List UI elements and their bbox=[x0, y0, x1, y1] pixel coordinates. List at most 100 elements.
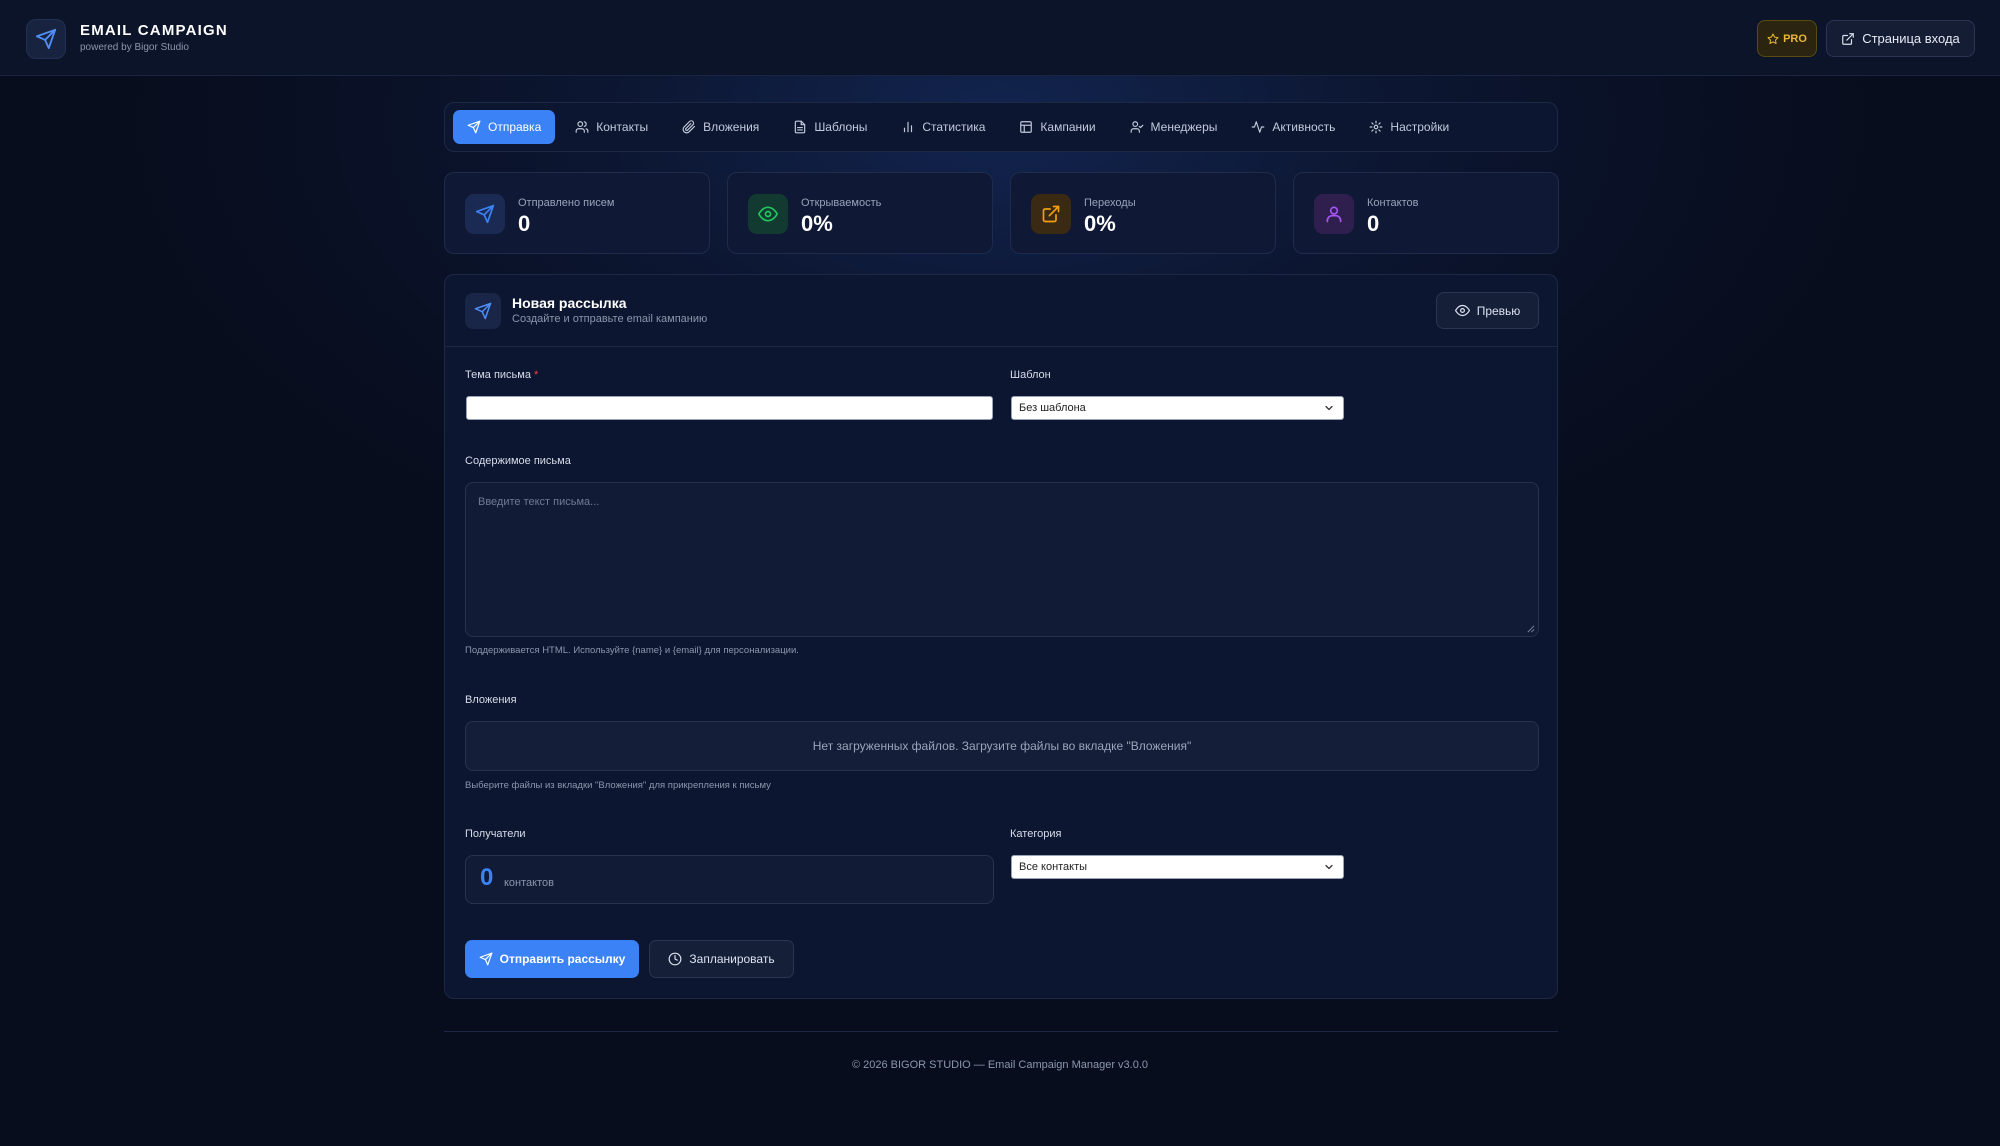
subject-label-text: Тема письма bbox=[465, 369, 531, 381]
new-campaign-card: Новая рассылка Создайте и отправьте emai… bbox=[444, 274, 1558, 999]
stat-icon-box bbox=[748, 194, 788, 234]
tab-templates[interactable]: Шаблоны bbox=[779, 110, 881, 144]
tab-statistics[interactable]: Статистика bbox=[887, 110, 999, 144]
stat-label: Контактов bbox=[1367, 197, 1419, 209]
schedule-label: Запланировать bbox=[689, 952, 775, 966]
tab-label: Активность bbox=[1272, 120, 1336, 134]
card-icon-box bbox=[465, 293, 501, 329]
chevron-down-icon bbox=[1325, 405, 1333, 411]
stat-open-rate: Открываемость 0% bbox=[727, 172, 993, 254]
tab-send[interactable]: Отправка bbox=[453, 110, 556, 144]
tab-label: Контакты bbox=[596, 120, 649, 134]
required-mark: * bbox=[534, 369, 539, 381]
template-label: Шаблон bbox=[1010, 369, 1051, 381]
tab-label: Отправка bbox=[488, 120, 542, 134]
card-subtitle: Создайте и отправьте email кампанию bbox=[512, 313, 708, 325]
stat-label: Отправлено писем bbox=[518, 197, 615, 209]
pro-label: PRO bbox=[1783, 32, 1807, 45]
template-select-value: Без шаблона bbox=[1019, 402, 1086, 414]
table-icon bbox=[1020, 121, 1033, 133]
paperclip-icon bbox=[682, 120, 696, 134]
activity-icon bbox=[1251, 121, 1265, 133]
chevron-down-icon bbox=[1325, 864, 1333, 870]
attachments-empty-box: Нет загруженных файлов. Загрузите файлы … bbox=[465, 721, 1539, 771]
eye-icon bbox=[1454, 304, 1470, 317]
attachments-hint: Выберите файлы из вкладки "Вложения" для… bbox=[465, 780, 771, 791]
stat-label: Открываемость bbox=[801, 197, 882, 209]
tab-label: Настройки bbox=[1390, 120, 1450, 134]
tab-activity[interactable]: Активность bbox=[1237, 110, 1349, 144]
tab-label: Вложения bbox=[703, 120, 760, 134]
star-icon bbox=[1767, 33, 1779, 44]
content-placeholder: Введите текст письма... bbox=[478, 496, 600, 508]
bar-chart-icon bbox=[904, 121, 913, 133]
footer-divider bbox=[444, 1031, 1558, 1032]
content-textarea[interactable]: Введите текст письма... bbox=[465, 482, 1539, 637]
send-icon bbox=[35, 28, 57, 50]
stat-value: 0% bbox=[1084, 211, 1116, 236]
stat-value: 0% bbox=[801, 211, 833, 236]
users-icon bbox=[575, 121, 589, 133]
recipients-count-box: 0 контактов bbox=[465, 855, 994, 904]
recipients-count: 0 bbox=[480, 864, 494, 891]
stat-value: 0 bbox=[1367, 211, 1380, 236]
stat-icon-box bbox=[1031, 194, 1071, 234]
login-page-button[interactable]: Страница входа bbox=[1826, 20, 1975, 57]
stat-value: 0 bbox=[518, 211, 531, 236]
footer-text: © 2026 BIGOR STUDIO — Email Campaign Man… bbox=[851, 1059, 1149, 1071]
stat-icon-box bbox=[1314, 194, 1354, 234]
tab-label: Шаблоны bbox=[814, 120, 868, 134]
attachments-label: Вложения bbox=[465, 694, 517, 706]
subject-input[interactable] bbox=[466, 396, 993, 420]
recipients-unit: контактов bbox=[504, 877, 554, 889]
category-select-value: Все контакты bbox=[1019, 861, 1088, 873]
schedule-button[interactable]: Запланировать bbox=[649, 940, 794, 978]
resize-grip-icon[interactable] bbox=[1526, 624, 1535, 633]
card-header: Новая рассылка Создайте и отправьте emai… bbox=[445, 275, 1557, 347]
tab-managers[interactable]: Менеджеры bbox=[1116, 110, 1232, 144]
category-label: Категория bbox=[1010, 828, 1062, 840]
brand-logo bbox=[26, 19, 66, 59]
send-icon bbox=[475, 204, 495, 224]
tab-label: Менеджеры bbox=[1150, 120, 1218, 134]
gear-icon bbox=[1369, 120, 1383, 134]
user-check-icon bbox=[1130, 121, 1143, 133]
stat-icon-box bbox=[465, 194, 505, 234]
tab-label: Статистика bbox=[922, 120, 986, 134]
top-bar: EMAIL CAMPAIGN powered by Bigor Studio P… bbox=[0, 0, 2000, 76]
tab-attachments[interactable]: Вложения bbox=[668, 110, 773, 144]
app-subtitle: powered by Bigor Studio bbox=[80, 42, 189, 53]
send-campaign-button[interactable]: Отправить рассылку bbox=[465, 940, 639, 978]
eye-icon bbox=[758, 206, 778, 222]
stat-clicks: Переходы 0% bbox=[1010, 172, 1276, 254]
attachments-empty-text: Нет загруженных файлов. Загрузите файлы … bbox=[812, 739, 1192, 753]
card-title: Новая рассылка bbox=[512, 295, 627, 311]
stat-label: Переходы bbox=[1084, 197, 1136, 209]
send-icon bbox=[479, 952, 493, 966]
recipients-label: Получатели bbox=[465, 828, 526, 840]
send-campaign-label: Отправить рассылку bbox=[499, 952, 626, 966]
subject-label: Тема письма * bbox=[465, 369, 538, 381]
tab-contacts[interactable]: Контакты bbox=[561, 110, 662, 144]
clock-icon bbox=[668, 952, 682, 966]
tab-label: Кампании bbox=[1040, 120, 1096, 134]
send-icon bbox=[474, 302, 492, 320]
external-link-icon bbox=[1042, 205, 1060, 223]
document-icon bbox=[795, 120, 806, 134]
send-icon bbox=[467, 120, 481, 134]
pro-badge[interactable]: PRO bbox=[1757, 20, 1817, 57]
category-select[interactable]: Все контакты bbox=[1011, 855, 1344, 879]
external-link-icon bbox=[1842, 32, 1855, 45]
main-tabs: Отправка Контакты Вложения Шаблоны Стати… bbox=[444, 102, 1558, 152]
preview-button[interactable]: Превью bbox=[1436, 292, 1539, 329]
tab-campaigns[interactable]: Кампании bbox=[1005, 110, 1109, 144]
app-title: EMAIL CAMPAIGN bbox=[80, 22, 228, 39]
template-select[interactable]: Без шаблона bbox=[1011, 396, 1344, 420]
tab-settings[interactable]: Настройки bbox=[1355, 110, 1463, 144]
login-page-label: Страница входа bbox=[1862, 31, 1960, 46]
preview-label: Превью bbox=[1476, 303, 1521, 318]
stat-contacts: Контактов 0 bbox=[1293, 172, 1559, 254]
content-hint: Поддерживается HTML. Используйте {name} … bbox=[465, 645, 799, 656]
stat-sent: Отправлено писем 0 bbox=[444, 172, 710, 254]
user-icon bbox=[1326, 206, 1342, 223]
